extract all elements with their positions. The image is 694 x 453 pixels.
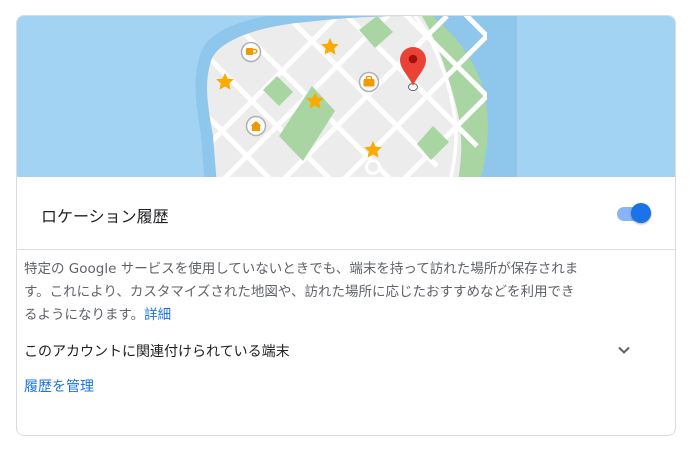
- home-icon: [245, 115, 267, 137]
- map-illustration: [17, 16, 675, 177]
- location-history-description: 特定の Google サービスを使用していないときでも、端末を持って訪れた場所が…: [24, 258, 584, 327]
- briefcase-icon: [358, 71, 380, 93]
- cafe-icon: [240, 41, 262, 63]
- chevron-down-icon: [618, 346, 630, 354]
- toggle-thumb: [631, 203, 651, 223]
- devices-expander[interactable]: このアカウントに関連付けられている端末: [0, 338, 660, 362]
- devices-label: このアカウントに関連付けられている端末: [24, 344, 290, 360]
- location-history-title: ロケーション履歴: [41, 207, 169, 226]
- description-text: 特定の Google サービスを使用していないときでも、端末を持って訪れた場所が…: [24, 261, 579, 323]
- location-history-row: ロケーション履歴: [17, 177, 675, 250]
- location-history-card: ロケーション履歴: [16, 15, 676, 436]
- details-link[interactable]: 詳細: [144, 307, 171, 323]
- location-history-toggle[interactable]: [615, 201, 653, 225]
- manage-history-link[interactable]: 履歴を管理: [24, 376, 94, 396]
